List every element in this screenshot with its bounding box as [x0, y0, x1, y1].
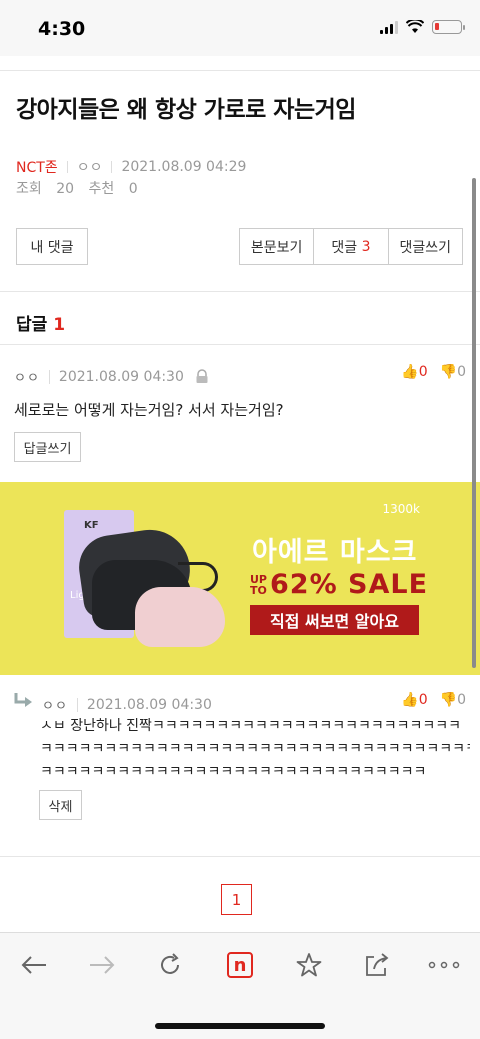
- divider: [0, 291, 480, 292]
- comment-author: ㅇㅇ: [42, 699, 68, 714]
- view-body-button[interactable]: 본문보기: [240, 229, 315, 264]
- write-comment-button[interactable]: 댓글쓰기: [389, 229, 462, 264]
- my-comments-button[interactable]: 내 댓글: [16, 228, 88, 265]
- views-stat: 조회 20: [16, 181, 75, 197]
- thumbs-up-button[interactable]: 👍0: [401, 692, 427, 708]
- back-arrow-icon[interactable]: [14, 947, 54, 983]
- delete-button[interactable]: 삭제: [39, 790, 82, 820]
- comment-text: 세로로는 어떻게 자는거임? 서서 자는거임?: [14, 401, 284, 419]
- status-icons: [380, 20, 465, 34]
- replies-count: 1: [53, 315, 66, 335]
- comment-meta: ㅇㅇ 2021.08.09 04:30: [42, 695, 212, 715]
- browser-toolbar: n: [0, 932, 480, 1039]
- comment-votes: 👍0 👎0: [401, 692, 466, 708]
- recommend-stat: 추천 0: [88, 181, 138, 197]
- ad-headline: 아에르 마스크: [252, 537, 418, 568]
- divider: [0, 70, 480, 71]
- post-meta: NCT존 ㅇㅇ 2021.08.09 04:29: [16, 157, 246, 177]
- comment-author: ㅇㅇ: [14, 371, 40, 386]
- ad-cta: 직접 써보면 알아요: [250, 605, 419, 635]
- board-name[interactable]: NCT존: [16, 157, 58, 177]
- status-time: 4:30: [38, 18, 86, 40]
- thumbs-down-button[interactable]: 👎0: [440, 364, 466, 380]
- comments-count: 3: [361, 238, 371, 255]
- comment-meta: ㅇㅇ 2021.08.09 04:30: [14, 367, 210, 386]
- comment-datetime: 2021.08.09 04:30: [86, 696, 212, 713]
- more-icon[interactable]: [424, 947, 464, 983]
- page-button-current[interactable]: 1: [221, 884, 252, 915]
- reload-icon[interactable]: [150, 947, 190, 983]
- scrollbar[interactable]: [472, 178, 476, 668]
- comment-votes: 👍0 👎0: [401, 364, 466, 380]
- ad-sale: UP TO 62% SALE: [250, 569, 429, 600]
- mask-pink-image: [135, 587, 225, 647]
- comment-datetime: 2021.08.09 04:30: [58, 368, 184, 385]
- comments-label: 댓글: [331, 239, 358, 256]
- forward-arrow-icon[interactable]: [82, 947, 122, 983]
- post-action-group: 본문보기 댓글 3 댓글쓰기: [239, 228, 463, 265]
- post-author: ㅇㅇ: [76, 160, 103, 176]
- comments-button[interactable]: 댓글 3: [314, 229, 389, 264]
- battery-icon: [432, 20, 465, 34]
- thumbs-down-button[interactable]: 👎0: [440, 692, 466, 708]
- post-title: 강아지들은 왜 항상 가로로 자는거임: [16, 97, 356, 123]
- ad-brand: 1300k: [382, 502, 421, 516]
- thumbs-up-button[interactable]: 👍0: [401, 364, 427, 380]
- wifi-icon: [406, 20, 424, 33]
- comment-text: ㅅㅂ 장난하나 진짝ㅋㅋㅋㅋㅋㅋㅋㅋㅋㅋㅋㅋㅋㅋㅋㅋㅋㅋㅋㅋㅋㅋㅋㅋ ㅋㅋㅋㅋㅋ…: [40, 718, 470, 780]
- divider: [0, 856, 480, 857]
- signal-icon: [380, 20, 398, 34]
- post-stats: 조회 20 추천 0: [16, 178, 138, 198]
- post-datetime: 2021.08.09 04:29: [121, 159, 247, 175]
- ad-banner[interactable]: 1300k KF Light 아에르 마스크 UPTO 62% SALE 직접 …: [0, 482, 480, 675]
- replies-heading: 답글 1: [16, 315, 66, 335]
- status-bar: 4:30: [0, 0, 480, 56]
- share-icon[interactable]: [357, 947, 397, 983]
- naver-logo-icon[interactable]: n: [220, 947, 260, 983]
- home-indicator[interactable]: [155, 1023, 325, 1029]
- star-icon[interactable]: [289, 947, 329, 983]
- divider: [0, 344, 480, 345]
- reply-arrow-icon: [14, 693, 32, 707]
- lock-icon: [196, 368, 208, 383]
- write-reply-button[interactable]: 답글쓰기: [14, 432, 81, 462]
